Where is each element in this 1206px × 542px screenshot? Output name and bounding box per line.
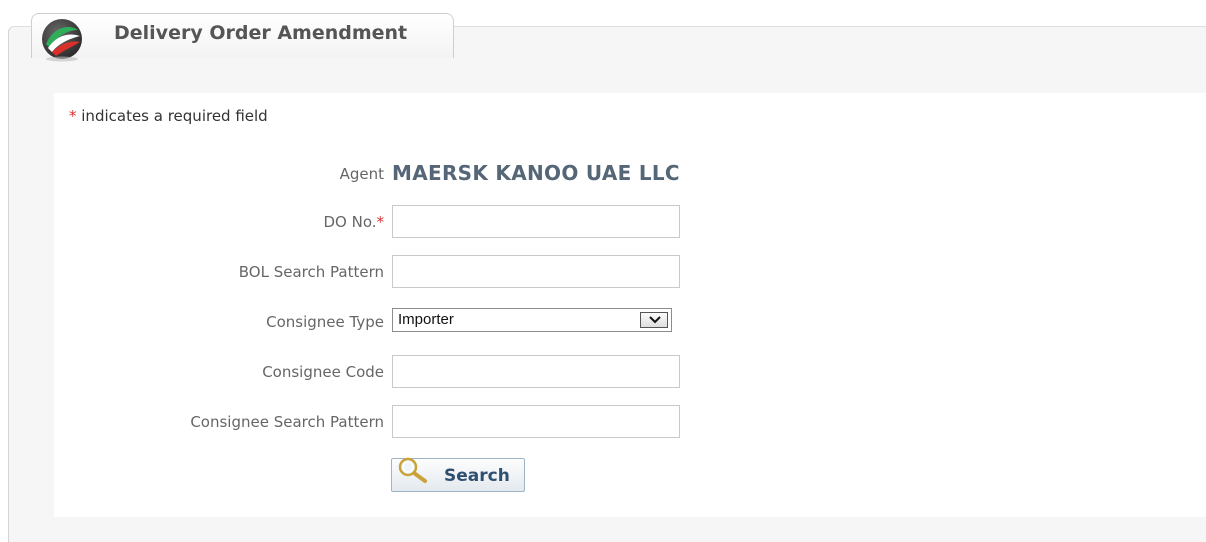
- bol-search-pattern-input[interactable]: [392, 255, 680, 288]
- consignee-type-select[interactable]: Importer: [392, 308, 672, 332]
- bol-search-pattern-label: BOL Search Pattern: [238, 263, 384, 281]
- consignee-code-label: Consignee Code: [262, 363, 384, 381]
- page: Delivery Order Amendment * indicates a r…: [0, 0, 1206, 542]
- chevron-down-icon: [649, 316, 661, 324]
- do-no-label-text: DO No.: [323, 213, 377, 231]
- required-star: *: [69, 107, 77, 125]
- do-no-required-star: *: [376, 213, 385, 231]
- search-button-label: Search: [444, 466, 510, 486]
- agent-value: MAERSK KANOO UAE LLC: [392, 161, 680, 185]
- dubai-trade-logo-icon: [42, 19, 82, 62]
- dropdown-arrow-button[interactable]: [640, 312, 668, 328]
- form-panel: [54, 93, 1206, 517]
- consignee-type-selected-value: Importer: [398, 311, 454, 328]
- page-title: Delivery Order Amendment: [114, 22, 408, 44]
- consignee-search-pattern-label: Consignee Search Pattern: [190, 413, 384, 431]
- consignee-type-label: Consignee Type: [266, 313, 384, 331]
- consignee-code-input[interactable]: [392, 355, 680, 388]
- do-no-label: DO No.*: [323, 213, 384, 231]
- required-note-text: indicates a required field: [76, 107, 268, 125]
- do-no-input[interactable]: [392, 205, 680, 238]
- search-button[interactable]: Search: [391, 457, 525, 492]
- agent-label: Agent: [339, 165, 384, 183]
- required-field-note: * indicates a required field: [69, 107, 268, 125]
- consignee-search-pattern-input[interactable]: [392, 405, 680, 438]
- magnifier-icon: [398, 457, 427, 483]
